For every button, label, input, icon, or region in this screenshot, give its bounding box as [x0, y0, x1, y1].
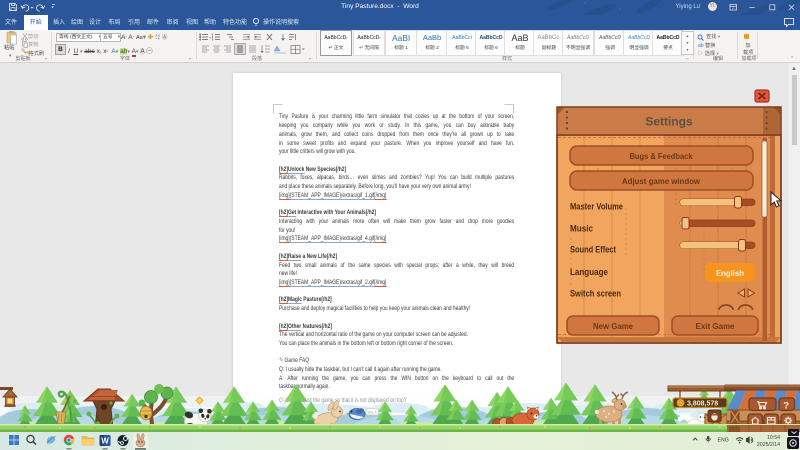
svg-text:Settings: Settings: [645, 115, 693, 129]
svg-text:?: ?: [783, 401, 789, 412]
svg-text:Master Volume: Master Volume: [570, 202, 623, 212]
svg-text:ENG: ENG: [718, 438, 729, 444]
svg-text:W: W: [101, 437, 109, 446]
svg-text:as, t: as, t: [368, 410, 377, 415]
svg-text:English: English: [716, 268, 744, 278]
svg-text:New Game: New Game: [593, 321, 633, 331]
svg-text:3,808,578: 3,808,578: [687, 401, 718, 408]
svg-text:Bugs & Feedback: Bugs & Feedback: [630, 151, 693, 161]
svg-text:Music: Music: [570, 224, 593, 234]
svg-text:Sound Effect: Sound Effect: [570, 245, 616, 255]
svg-text:Language: Language: [570, 267, 608, 277]
svg-text:10:54: 10:54: [767, 435, 780, 441]
svg-text:Switch screen: Switch screen: [570, 289, 621, 299]
svg-text:2025/2/14: 2025/2/14: [757, 442, 780, 448]
svg-text:Exit Game: Exit Game: [696, 321, 735, 331]
svg-text:Adjust game window: Adjust game window: [622, 176, 700, 186]
